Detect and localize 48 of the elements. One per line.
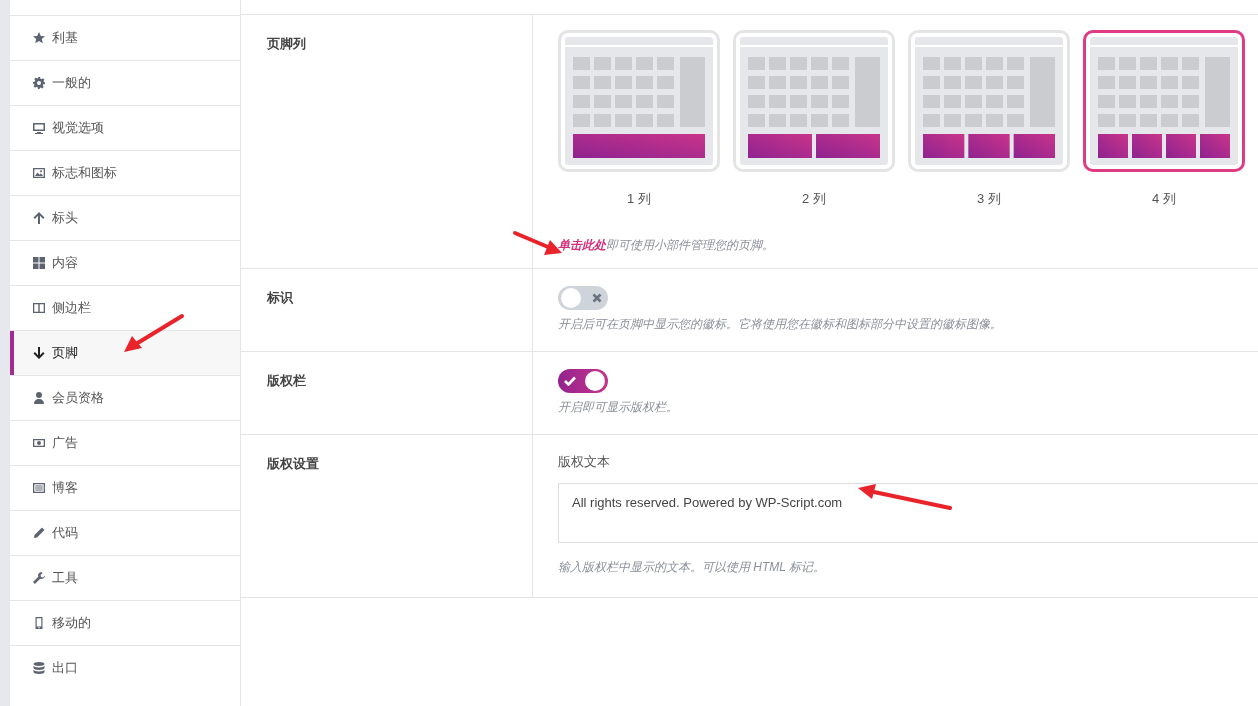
pencil-icon — [32, 526, 46, 540]
arrow-up-icon — [32, 211, 46, 225]
sidebar-item[interactable]: 工具 — [10, 555, 240, 600]
help-text: 开启后可在页脚中显示您的徽标。它将使用您在徽标和图标部分中设置的徽标图像。 — [558, 316, 1003, 333]
close-icon — [592, 293, 602, 303]
check-icon — [564, 376, 576, 386]
option-label: 3 列 — [977, 190, 1001, 208]
sidebar-item[interactable]: 利基 — [10, 15, 240, 60]
option-label: 2 列 — [802, 190, 826, 208]
sidebar-item[interactable]: 出口 — [10, 645, 240, 690]
sidebar-item[interactable]: 博客 — [10, 465, 240, 510]
sidebar-item[interactable]: 页脚 — [10, 330, 240, 375]
layout-option[interactable] — [1083, 30, 1245, 172]
help-text: 开启即可显示版权栏。 — [558, 399, 679, 416]
image-icon — [32, 166, 46, 180]
setting-label: 页脚列 — [241, 15, 533, 268]
option-label: 1 列 — [627, 190, 651, 208]
monitor-icon — [32, 121, 46, 135]
list-icon — [32, 481, 46, 495]
sidebar-item[interactable]: 视觉选项 — [10, 105, 240, 150]
banknote-icon — [32, 436, 46, 450]
help-text: 输入版权栏中显示的文本。可以使用 HTML 标记。 — [558, 559, 827, 576]
setting-label: 标识 — [241, 269, 533, 351]
toggle-switch[interactable] — [558, 369, 608, 393]
sidebar-item[interactable]: 一般的 — [10, 60, 240, 105]
columns-icon — [32, 301, 46, 315]
sidebar-item[interactable]: 内容 — [10, 240, 240, 285]
toggle-switch[interactable] — [558, 286, 608, 310]
user-icon — [32, 391, 46, 405]
grid-icon — [32, 256, 46, 270]
sidebar-item[interactable]: 移动的 — [10, 600, 240, 645]
wrench-icon — [32, 571, 46, 585]
setting-label: 版权设置 — [241, 435, 533, 597]
option-label: 4 列 — [1152, 190, 1176, 208]
sidebar-item[interactable]: 会员资格 — [10, 375, 240, 420]
gear-icon — [32, 76, 46, 90]
setting-label: 版权栏 — [241, 352, 533, 434]
help-text: 单击此处即可使用小部件管理您的页脚。 — [558, 237, 775, 254]
sidebar-item[interactable]: 代码 — [10, 510, 240, 555]
star-icon — [32, 31, 46, 45]
database-icon — [32, 661, 46, 675]
sidebar-item[interactable]: 标志和图标 — [10, 150, 240, 195]
field-label: 版权文本 — [558, 453, 611, 471]
sidebar-item[interactable]: 标头 — [10, 195, 240, 240]
sidebar-item[interactable]: 广告 — [10, 420, 240, 465]
arrow-down-icon — [32, 346, 46, 360]
copyright-text-field[interactable]: All rights reserved. Powered by WP-Script.com — [558, 483, 1258, 543]
widgets-link[interactable]: 单击此处 — [558, 238, 606, 252]
